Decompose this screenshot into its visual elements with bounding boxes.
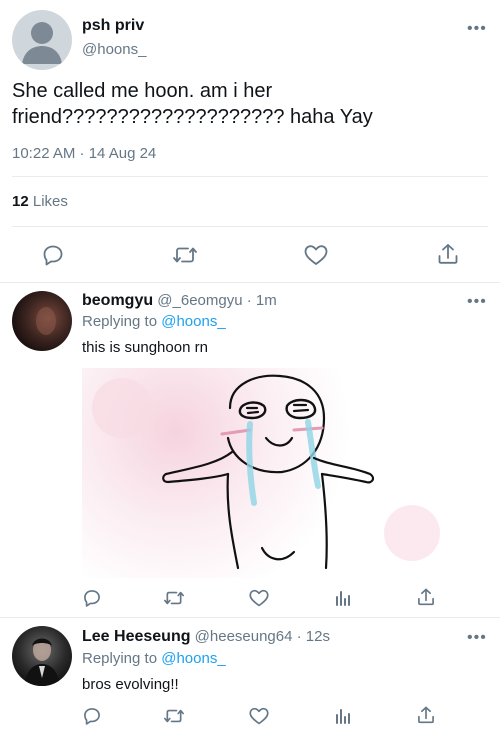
analytics-icon: [336, 709, 350, 724]
meme-drawing: [92, 374, 440, 570]
reply-display-name[interactable]: Lee Heeseung: [82, 628, 190, 645]
reply-icon: [84, 590, 100, 607]
reply-text: this is sunghoon rn: [82, 339, 208, 356]
more-options-icon[interactable]: •••: [467, 21, 487, 37]
divider: [0, 282, 500, 283]
retweet-button[interactable]: [163, 706, 185, 726]
main-tweet-text-line2: friend???????????????????? haha Yay: [12, 106, 373, 128]
replying-to-label: Replying to: [82, 650, 158, 667]
share-button[interactable]: [416, 705, 436, 725]
reply-handle[interactable]: @_6eomgyu: [157, 292, 242, 309]
likes-label: Likes: [32, 193, 68, 210]
share-icon: [418, 588, 434, 606]
profile-photo-icon: [36, 307, 56, 335]
reply-media-image[interactable]: [82, 368, 456, 578]
main-timestamp[interactable]: 10:22 AM · 14 Aug 24: [12, 145, 156, 162]
main-display-name[interactable]: psh priv: [82, 17, 144, 35]
retweet-button[interactable]: [172, 243, 198, 267]
share-icon: [418, 706, 434, 724]
reply-button[interactable]: [41, 243, 65, 267]
share-button[interactable]: [436, 242, 460, 266]
like-button[interactable]: [303, 243, 329, 267]
analytics-button[interactable]: [333, 706, 353, 726]
retweet-button[interactable]: [163, 588, 185, 608]
default-avatar-icon: [22, 22, 62, 64]
reply-icon: [43, 245, 63, 266]
like-button[interactable]: [248, 706, 270, 726]
reply-button[interactable]: [82, 588, 102, 608]
avatar-reply[interactable]: [12, 626, 72, 686]
more-options-icon[interactable]: •••: [467, 630, 487, 646]
main-handle[interactable]: @hoons_: [82, 41, 146, 58]
analytics-icon: [336, 591, 350, 606]
avatar-main[interactable]: [12, 10, 72, 70]
replying-to-link[interactable]: @hoons_: [161, 313, 225, 330]
likes-stat[interactable]: 12 Likes: [12, 193, 68, 210]
main-tweet-text-line1: She called me hoon. am i her: [12, 80, 273, 102]
divider: [12, 226, 488, 227]
heart-icon: [249, 707, 269, 725]
reply-header: Lee Heeseung @heeseung64 · 12s: [82, 628, 330, 646]
reply-time[interactable]: · 12s: [297, 628, 330, 645]
replying-to: Replying to @hoons_: [82, 313, 226, 330]
likes-count: 12: [12, 193, 29, 210]
retweet-icon: [163, 709, 184, 723]
avatar-reply[interactable]: [12, 291, 72, 351]
replying-to: Replying to @hoons_: [82, 650, 226, 667]
reply-time[interactable]: · 1m: [247, 292, 277, 309]
divider: [0, 617, 500, 618]
reply-display-name[interactable]: beomgyu: [82, 292, 153, 309]
share-button[interactable]: [416, 587, 436, 607]
heart-icon: [304, 245, 328, 265]
replying-to-link[interactable]: @hoons_: [161, 650, 225, 667]
replying-to-label: Replying to: [82, 313, 158, 330]
more-options-icon[interactable]: •••: [467, 294, 487, 310]
reply-icon: [84, 708, 100, 725]
retweet-icon: [163, 591, 184, 605]
reply-handle[interactable]: @heeseung64: [195, 628, 293, 645]
analytics-button[interactable]: [333, 588, 353, 608]
heart-icon: [249, 589, 269, 607]
retweet-icon: [173, 247, 197, 263]
like-button[interactable]: [248, 588, 270, 608]
divider: [12, 176, 488, 177]
share-icon: [438, 244, 458, 264]
reply-header: beomgyu @_6eomgyu · 1m: [82, 292, 277, 310]
reply-button[interactable]: [82, 706, 102, 726]
profile-photo-icon: [24, 638, 60, 686]
reply-text: bros evolving!!: [82, 676, 179, 693]
